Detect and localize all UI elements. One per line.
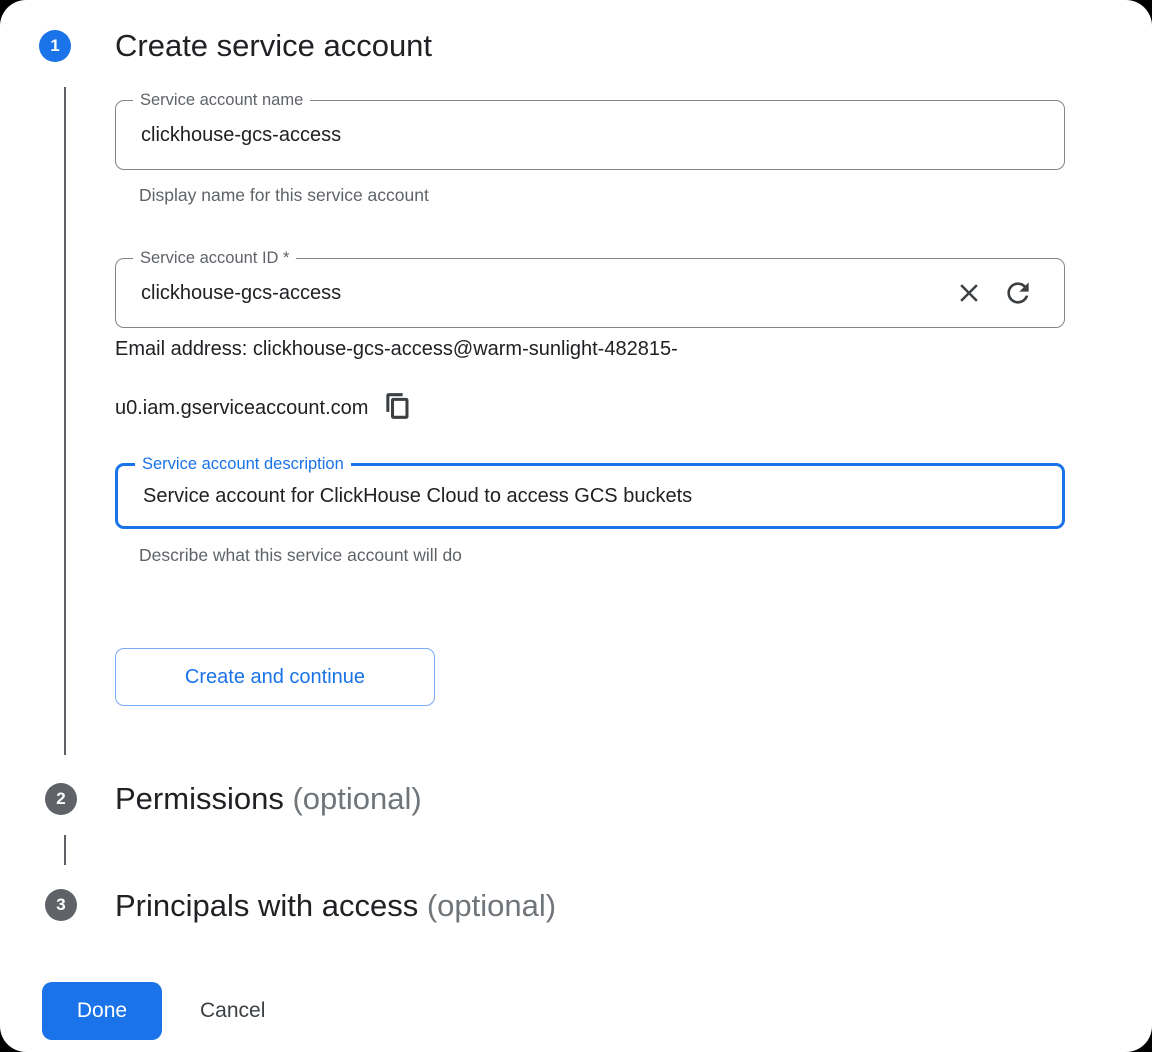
step-2-title: Permissions (optional)	[115, 779, 422, 819]
cancel-button[interactable]: Cancel	[200, 995, 265, 1027]
service-account-id-input[interactable]	[116, 262, 954, 323]
service-account-id-field: Service account ID *	[115, 258, 1065, 328]
service-account-description-helper: Describe what this service account will …	[139, 545, 462, 566]
service-account-name-input[interactable]	[116, 104, 1064, 165]
email-line-1: Email address: clickhouse-gcs-access@war…	[115, 338, 678, 360]
step-2-title-text: Permissions	[115, 781, 284, 816]
step-3-optional-tag: (optional)	[427, 888, 556, 923]
refresh-icon	[1002, 277, 1034, 309]
step-3-number: 3	[56, 895, 65, 915]
stepper-connector-line	[64, 87, 66, 755]
service-account-name-field: Service account name	[115, 100, 1065, 170]
done-button[interactable]: Done	[42, 982, 162, 1040]
step-1-number: 1	[50, 36, 59, 56]
create-and-continue-button[interactable]: Create and continue	[115, 648, 435, 706]
clear-x-icon	[954, 278, 984, 308]
service-account-name-helper: Display name for this service account	[139, 185, 429, 206]
regenerate-id-button[interactable]	[1002, 277, 1034, 309]
service-account-description-label: Service account description	[135, 454, 351, 474]
service-account-description-field: Service account description	[115, 463, 1065, 529]
service-account-description-input[interactable]	[118, 469, 1062, 523]
step-3-indicator: 3	[45, 889, 77, 921]
service-account-email: Email address: clickhouse-gcs-access@war…	[115, 320, 1015, 438]
step-2-optional-tag: (optional)	[292, 781, 421, 816]
service-account-name-label: Service account name	[133, 90, 310, 110]
stepper-connector-line	[64, 835, 66, 865]
clear-id-button[interactable]	[954, 278, 984, 308]
step-1-title: Create service account	[115, 26, 432, 66]
copy-email-button[interactable]	[384, 392, 412, 420]
step-2-indicator: 2	[45, 783, 77, 815]
step-3-title: Principals with access (optional)	[115, 886, 556, 926]
service-account-id-label: Service account ID *	[133, 248, 296, 268]
step-2-number: 2	[56, 789, 65, 809]
step-1-indicator: 1	[39, 30, 71, 62]
create-service-account-dialog: 1 Create service account Service account…	[0, 0, 1152, 1052]
content-copy-icon	[384, 392, 412, 420]
email-line-2: u0.iam.gserviceaccount.com	[115, 397, 368, 419]
step-3-title-text: Principals with access	[115, 888, 418, 923]
